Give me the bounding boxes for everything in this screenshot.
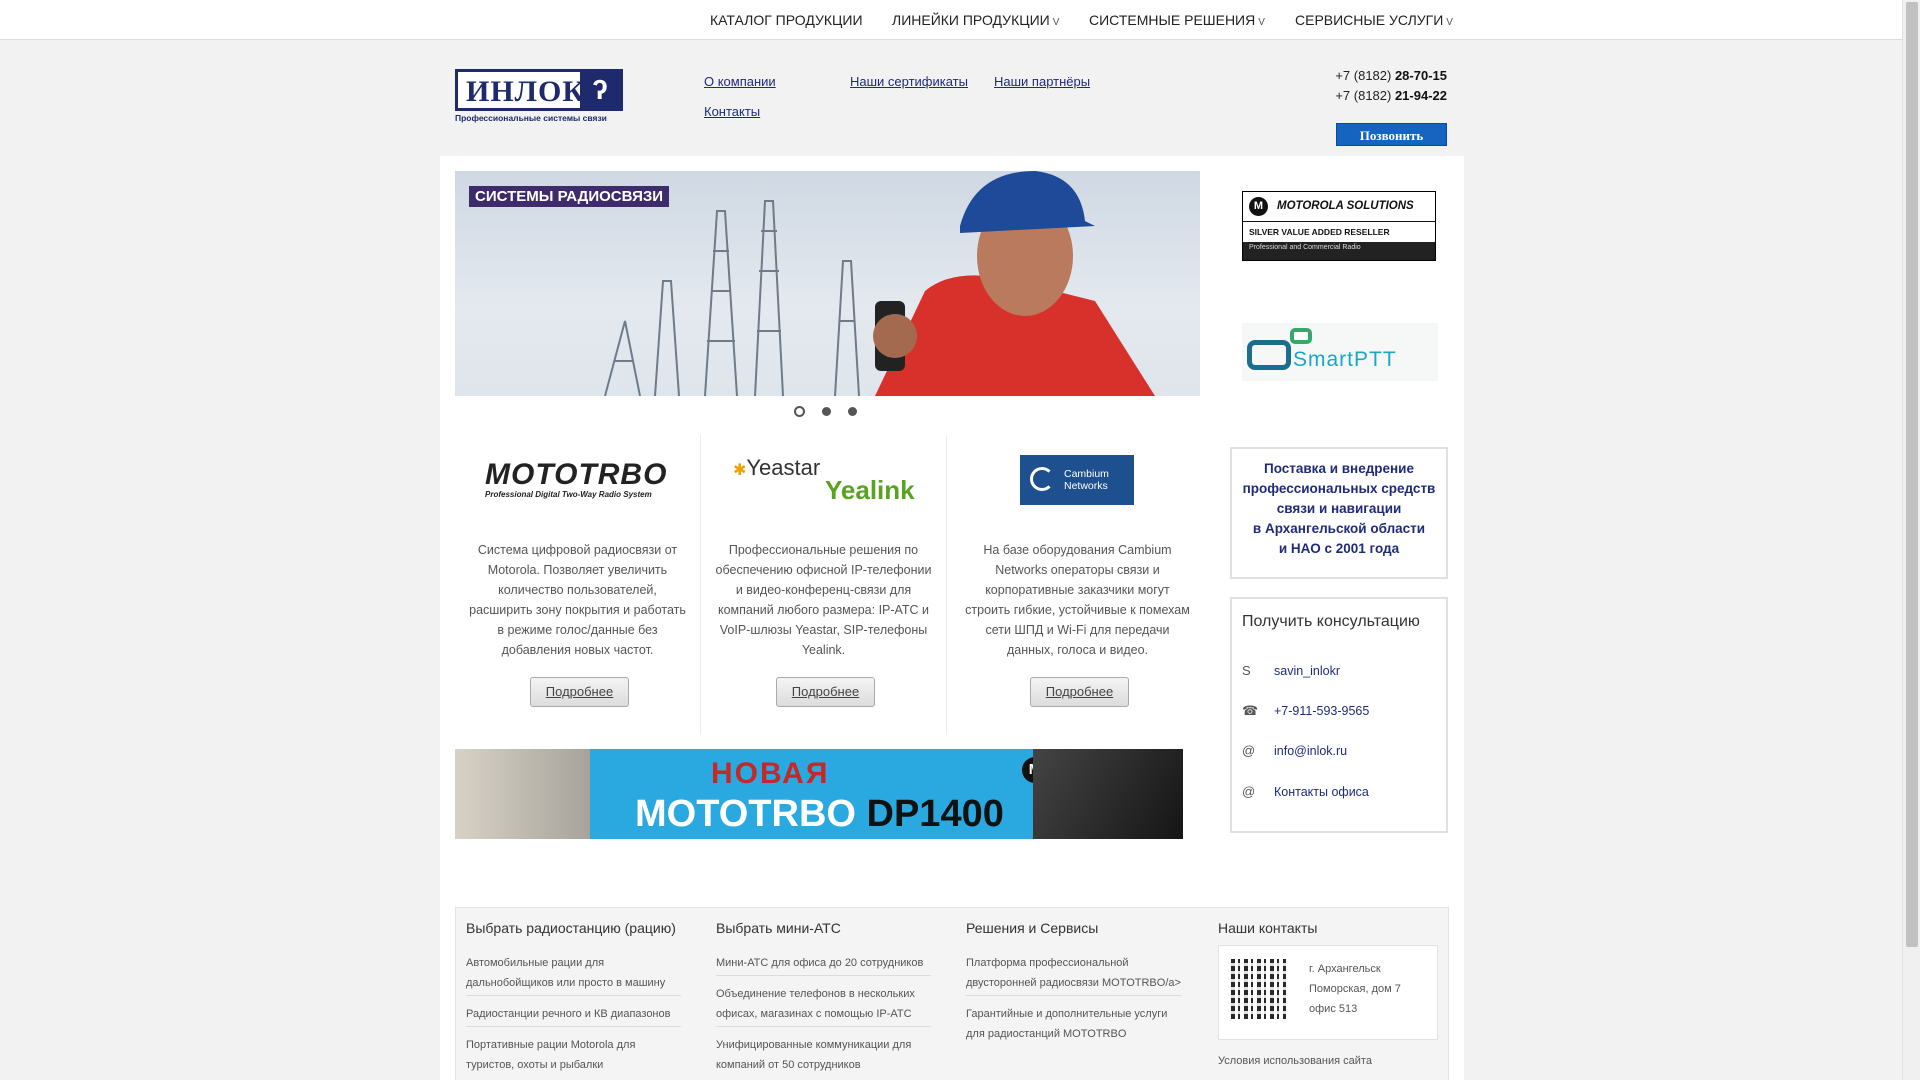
more-button[interactable]: Подробнее [530,677,629,707]
divider [466,1026,681,1027]
link-about[interactable]: О компании [704,74,776,89]
divider [466,995,681,996]
footer-col-title: Выбрать мини-АТС [716,920,841,936]
chevron-down-icon: v [1052,17,1060,28]
promo-person-image [455,749,590,839]
slider-dot-1[interactable] [794,406,805,417]
hero-banner[interactable]: СИСТЕМЫ РАДИОСВЯЗИ [455,171,1200,396]
card-cambium: Cambium Networks На базе оборудования Cam… [955,435,1200,735]
motorola-partner-badge[interactable]: M MOTOROLA SOLUTIONS SILVER VALUE ADDED R… [1242,191,1436,261]
logo-tagline: Профессиональные системы связи [455,113,607,123]
skype-icon: S [1242,663,1251,678]
footer-col-title: Наши контакты [1218,920,1318,936]
promo-title-new: НОВАЯ [711,757,830,790]
footer-link[interactable]: Гарантийные и дополнительные услуги для … [966,1004,1181,1044]
top-navigation: КАТАЛОГ ПРОДУКЦИИ ЛИНЕЙКИ ПРОДУКЦИИ v СИС… [0,0,1902,40]
smartptt-bubble-icon [1290,328,1312,344]
more-button[interactable]: Подробнее [1030,677,1129,707]
slider-dot-3[interactable] [848,407,857,416]
footer-link[interactable]: Платформа профессиональной двусторонней … [966,953,1181,993]
nav-product-lines[interactable]: ЛИНЕЙКИ ПРОДУКЦИИ v [892,12,1059,28]
slider-dots [794,406,857,417]
page-scrollbar[interactable] [1902,0,1920,1080]
chevron-down-icon: v [1258,17,1265,28]
chevron-down-icon: v [1446,17,1453,28]
card-yeastar-yealink: ✱Yeastar Yealink Профессиональные решени… [701,435,946,735]
consultation-title: Получить консультацию [1242,613,1420,630]
terms-link[interactable]: Условия использования сайта [1218,1055,1372,1067]
logo-ear-icon: ʔ [580,72,620,108]
mototrbo-logo: MOTOTRBO Professional Digital Two-Way Ra… [485,458,668,499]
cambium-circle-icon [1030,467,1054,491]
nav-catalog[interactable]: КАТАЛОГ ПРОДУКЦИИ [710,12,863,28]
phone-number-1: +7 (8182) 28-70-15 [1335,68,1447,83]
footer-link[interactable]: Мини-АТС для офиса до 20 сотрудников [716,953,931,973]
at-icon: @ [1242,784,1256,799]
slider-dot-2[interactable] [822,407,831,416]
consultation-box: Получить консультацию Ssavin_inlokr ☎ +7-… [1230,597,1448,833]
call-button[interactable]: Позвонить [1336,123,1447,146]
footer-link[interactable]: Автомобильные рации для дальнобойщиков и… [466,953,681,993]
smartptt-screen-icon [1247,340,1291,370]
company-logo[interactable]: ИНЛОК ʔ Профессиональные системы связи [455,69,625,125]
footer-link[interactable]: Радиостанции речного и КВ диапазонов [466,1004,681,1024]
yeastar-star-icon: ✱ [733,462,747,479]
footer-col-title: Решения и Сервисы [966,920,1099,936]
more-button[interactable]: Подробнее [776,677,875,707]
card-description: Профессиональные решения по обеспечению … [715,543,932,657]
at-icon: @ [1242,743,1256,758]
promo-banner-dp1400[interactable]: НОВАЯ MOTOTRBO DP1400 M [455,749,1183,839]
consult-email[interactable]: @ info@inlok.ru [1242,743,1347,758]
nav-services[interactable]: СЕРВИСНЫЕ УСЛУГИ v [1295,12,1453,28]
promo-radio-image [1033,749,1183,839]
card-mototrbo: MOTOTRBO Professional Digital Two-Way Ra… [455,435,700,735]
promo-title-model: MOTOTRBO DP1400 [635,793,1004,835]
cambium-logo: Cambium Networks [1020,455,1134,505]
info-box: Поставка и внедрение профессиональных ср… [1230,447,1448,579]
yeastar-yealink-logo: ✱Yeastar Yealink [733,455,915,505]
footer-col-title: Выбрать радиостанцию (рацию) [466,920,676,936]
motorola-m-icon: M [1249,197,1268,216]
consult-skype[interactable]: Ssavin_inlokr [1242,663,1340,678]
phone-icon: ☎ [1242,703,1259,718]
link-certificates[interactable]: Наши сертификаты [850,74,968,89]
link-partners[interactable]: Наши партнёры [994,74,1090,89]
divider [716,1026,931,1027]
smartptt-logo[interactable]: SmartPTT [1242,323,1438,381]
consult-office-contacts[interactable]: @ Контакты офиса [1242,784,1369,799]
link-contacts[interactable]: Контакты [704,104,760,119]
divider [716,975,931,976]
scrollbar-thumb[interactable] [1906,2,1918,947]
card-description: Система цифровой радиосвязи от Motorola.… [469,543,686,657]
footer-link[interactable]: Портативные рации Motorola для туристов,… [466,1035,681,1075]
footer-address-card: г. Архангельск Поморская, дом 7 офис 513 [1218,945,1438,1040]
footer: Выбрать радиостанцию (рацию) Автомобильн… [455,907,1449,1080]
consult-phone[interactable]: ☎ +7-911-593-9565 [1242,703,1369,719]
footer-link[interactable]: Унифицированные коммуникации для компани… [716,1035,931,1075]
footer-link[interactable]: Объединение телефонов в нескольких офиса… [716,984,931,1024]
phone-number-2: +7 (8182) 21-94-22 [1335,88,1447,103]
banner-label: СИСТЕМЫ РАДИОСВЯЗИ [469,186,670,207]
divider [946,435,947,735]
logo-wordmark: ИНЛОК [466,75,586,108]
nav-system-solutions[interactable]: СИСТЕМНЫЕ РЕШЕНИЯ v [1089,12,1265,28]
card-description: На базе оборудования Cambium Networks оп… [965,543,1190,657]
divider [966,995,1181,996]
